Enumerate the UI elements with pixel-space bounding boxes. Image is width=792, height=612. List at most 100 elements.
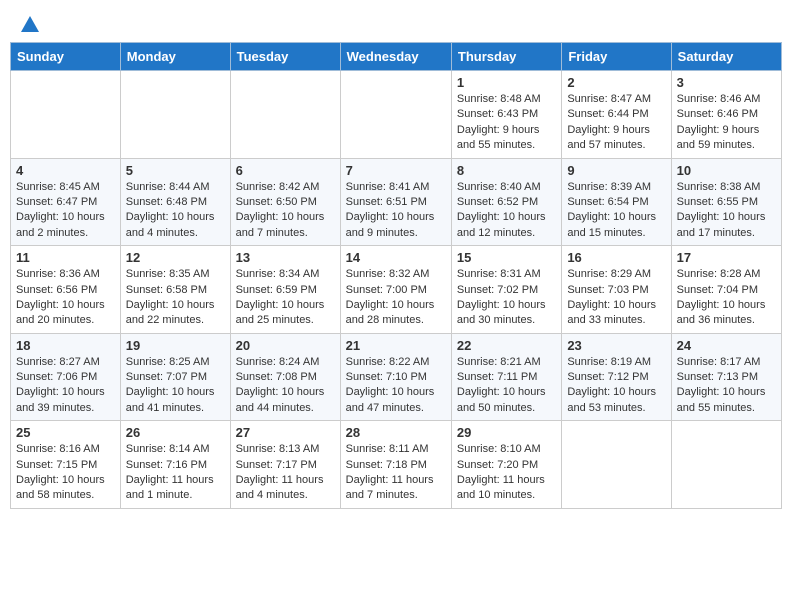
day-info: Sunrise: 8:11 AM Sunset: 7:18 PM Dayligh… <box>346 442 446 504</box>
day-info: Sunrise: 8:45 AM Sunset: 6:47 PM Dayligh… <box>16 180 115 242</box>
calendar-cell: 18 Sunrise: 8:27 AM Sunset: 7:06 PM Dayli… <box>11 333 121 421</box>
calendar-cell: 26Sunrise: 8:14 AM Sunset: 7:16 PM Dayli… <box>120 421 230 509</box>
day-number: 25 <box>16 425 115 440</box>
day-info: Sunrise: 8:36 AM Sunset: 6:56 PM Dayligh… <box>16 267 115 329</box>
day-number: 22 <box>457 338 556 353</box>
day-info: Sunrise: 8:48 AM Sunset: 6:43 PM Dayligh… <box>457 92 556 154</box>
calendar-week-2: 4 Sunrise: 8:45 AM Sunset: 6:47 PM Daylig… <box>11 158 782 246</box>
calendar-cell: 28 Sunrise: 8:11 AM Sunset: 7:18 PM Dayli… <box>340 421 451 509</box>
calendar-cell: 21 Sunrise: 8:22 AM Sunset: 7:10 PM Dayli… <box>340 333 451 421</box>
calendar-cell: 3Sunrise: 8:46 AM Sunset: 6:46 PM Daylig… <box>671 71 781 159</box>
calendar-cell: 15 Sunrise: 8:31 AM Sunset: 7:02 PM Dayli… <box>451 246 561 334</box>
day-info: Sunrise: 8:42 AM Sunset: 6:50 PM Dayligh… <box>236 180 335 242</box>
day-info: Sunrise: 8:10 AM Sunset: 7:20 PM Dayligh… <box>457 442 556 504</box>
day-info: Sunrise: 8:38 AM Sunset: 6:55 PM Dayligh… <box>677 180 776 242</box>
day-number: 23 <box>567 338 665 353</box>
day-info: Sunrise: 8:31 AM Sunset: 7:02 PM Dayligh… <box>457 267 556 329</box>
calendar-cell: 2 Sunrise: 8:47 AM Sunset: 6:44 PM Daylig… <box>562 71 671 159</box>
day-number: 5 <box>126 163 225 178</box>
calendar-cell: 7 Sunrise: 8:41 AM Sunset: 6:51 PM Daylig… <box>340 158 451 246</box>
day-header-saturday: Saturday <box>671 43 781 71</box>
day-info: Sunrise: 8:16 AM Sunset: 7:15 PM Dayligh… <box>16 442 115 504</box>
day-number: 8 <box>457 163 556 178</box>
calendar-cell: 9Sunrise: 8:39 AM Sunset: 6:54 PM Daylig… <box>562 158 671 246</box>
day-number: 29 <box>457 425 556 440</box>
day-number: 15 <box>457 250 556 265</box>
calendar-cell: 20 Sunrise: 8:24 AM Sunset: 7:08 PM Dayli… <box>230 333 340 421</box>
day-info: Sunrise: 8:22 AM Sunset: 7:10 PM Dayligh… <box>346 355 446 417</box>
calendar-cell: 16Sunrise: 8:29 AM Sunset: 7:03 PM Dayli… <box>562 246 671 334</box>
day-info: Sunrise: 8:21 AM Sunset: 7:11 PM Dayligh… <box>457 355 556 417</box>
calendar-cell: 8 Sunrise: 8:40 AM Sunset: 6:52 PM Daylig… <box>451 158 561 246</box>
day-number: 18 <box>16 338 115 353</box>
calendar-cell: 13 Sunrise: 8:34 AM Sunset: 6:59 PM Dayli… <box>230 246 340 334</box>
calendar-cell <box>11 71 121 159</box>
calendar-cell: 4 Sunrise: 8:45 AM Sunset: 6:47 PM Daylig… <box>11 158 121 246</box>
day-header-tuesday: Tuesday <box>230 43 340 71</box>
day-number: 6 <box>236 163 335 178</box>
day-number: 1 <box>457 75 556 90</box>
day-info: Sunrise: 8:27 AM Sunset: 7:06 PM Dayligh… <box>16 355 115 417</box>
day-info: Sunrise: 8:19 AM Sunset: 7:12 PM Dayligh… <box>567 355 665 417</box>
day-info: Sunrise: 8:35 AM Sunset: 6:58 PM Dayligh… <box>126 267 225 329</box>
day-number: 2 <box>567 75 665 90</box>
day-header-friday: Friday <box>562 43 671 71</box>
day-info: Sunrise: 8:34 AM Sunset: 6:59 PM Dayligh… <box>236 267 335 329</box>
day-info: Sunrise: 8:47 AM Sunset: 6:44 PM Dayligh… <box>567 92 665 154</box>
day-info: Sunrise: 8:24 AM Sunset: 7:08 PM Dayligh… <box>236 355 335 417</box>
day-header-sunday: Sunday <box>11 43 121 71</box>
calendar-cell: 5 Sunrise: 8:44 AM Sunset: 6:48 PM Daylig… <box>120 158 230 246</box>
day-number: 4 <box>16 163 115 178</box>
calendar-cell: 17Sunrise: 8:28 AM Sunset: 7:04 PM Dayli… <box>671 246 781 334</box>
calendar-cell: 19 Sunrise: 8:25 AM Sunset: 7:07 PM Dayli… <box>120 333 230 421</box>
day-info: Sunrise: 8:44 AM Sunset: 6:48 PM Dayligh… <box>126 180 225 242</box>
calendar-cell: 11 Sunrise: 8:36 AM Sunset: 6:56 PM Dayli… <box>11 246 121 334</box>
logo-icon <box>19 14 41 36</box>
day-number: 21 <box>346 338 446 353</box>
calendar-cell <box>120 71 230 159</box>
calendar-cell: 27 Sunrise: 8:13 AM Sunset: 7:17 PM Dayli… <box>230 421 340 509</box>
day-number: 26 <box>126 425 225 440</box>
calendar-week-4: 18 Sunrise: 8:27 AM Sunset: 7:06 PM Dayli… <box>11 333 782 421</box>
day-number: 10 <box>677 163 776 178</box>
day-number: 27 <box>236 425 335 440</box>
day-header-monday: Monday <box>120 43 230 71</box>
calendar-week-3: 11 Sunrise: 8:36 AM Sunset: 6:56 PM Dayli… <box>11 246 782 334</box>
calendar-cell: 6 Sunrise: 8:42 AM Sunset: 6:50 PM Daylig… <box>230 158 340 246</box>
day-number: 9 <box>567 163 665 178</box>
calendar-table: SundayMondayTuesdayWednesdayThursdayFrid… <box>10 42 782 509</box>
logo <box>18 14 42 32</box>
day-number: 14 <box>346 250 446 265</box>
calendar-cell: 12Sunrise: 8:35 AM Sunset: 6:58 PM Dayli… <box>120 246 230 334</box>
day-info: Sunrise: 8:28 AM Sunset: 7:04 PM Dayligh… <box>677 267 776 329</box>
calendar-cell <box>230 71 340 159</box>
day-number: 16 <box>567 250 665 265</box>
calendar-cell <box>340 71 451 159</box>
day-info: Sunrise: 8:41 AM Sunset: 6:51 PM Dayligh… <box>346 180 446 242</box>
day-info: Sunrise: 8:40 AM Sunset: 6:52 PM Dayligh… <box>457 180 556 242</box>
day-number: 13 <box>236 250 335 265</box>
calendar-cell <box>671 421 781 509</box>
calendar-cell: 1 Sunrise: 8:48 AM Sunset: 6:43 PM Daylig… <box>451 71 561 159</box>
day-header-wednesday: Wednesday <box>340 43 451 71</box>
calendar-cell: 24 Sunrise: 8:17 AM Sunset: 7:13 PM Dayli… <box>671 333 781 421</box>
day-info: Sunrise: 8:17 AM Sunset: 7:13 PM Dayligh… <box>677 355 776 417</box>
day-number: 11 <box>16 250 115 265</box>
day-info: Sunrise: 8:32 AM Sunset: 7:00 PM Dayligh… <box>346 267 446 329</box>
calendar-header-row: SundayMondayTuesdayWednesdayThursdayFrid… <box>11 43 782 71</box>
page-header <box>10 10 782 36</box>
day-header-thursday: Thursday <box>451 43 561 71</box>
calendar-cell: 25 Sunrise: 8:16 AM Sunset: 7:15 PM Dayli… <box>11 421 121 509</box>
calendar-cell: 10 Sunrise: 8:38 AM Sunset: 6:55 PM Dayli… <box>671 158 781 246</box>
day-info: Sunrise: 8:46 AM Sunset: 6:46 PM Dayligh… <box>677 92 776 154</box>
day-number: 28 <box>346 425 446 440</box>
day-info: Sunrise: 8:25 AM Sunset: 7:07 PM Dayligh… <box>126 355 225 417</box>
calendar-cell: 23 Sunrise: 8:19 AM Sunset: 7:12 PM Dayli… <box>562 333 671 421</box>
day-number: 19 <box>126 338 225 353</box>
calendar-cell <box>562 421 671 509</box>
day-number: 20 <box>236 338 335 353</box>
day-info: Sunrise: 8:13 AM Sunset: 7:17 PM Dayligh… <box>236 442 335 504</box>
day-number: 24 <box>677 338 776 353</box>
calendar-cell: 14 Sunrise: 8:32 AM Sunset: 7:00 PM Dayli… <box>340 246 451 334</box>
day-number: 7 <box>346 163 446 178</box>
